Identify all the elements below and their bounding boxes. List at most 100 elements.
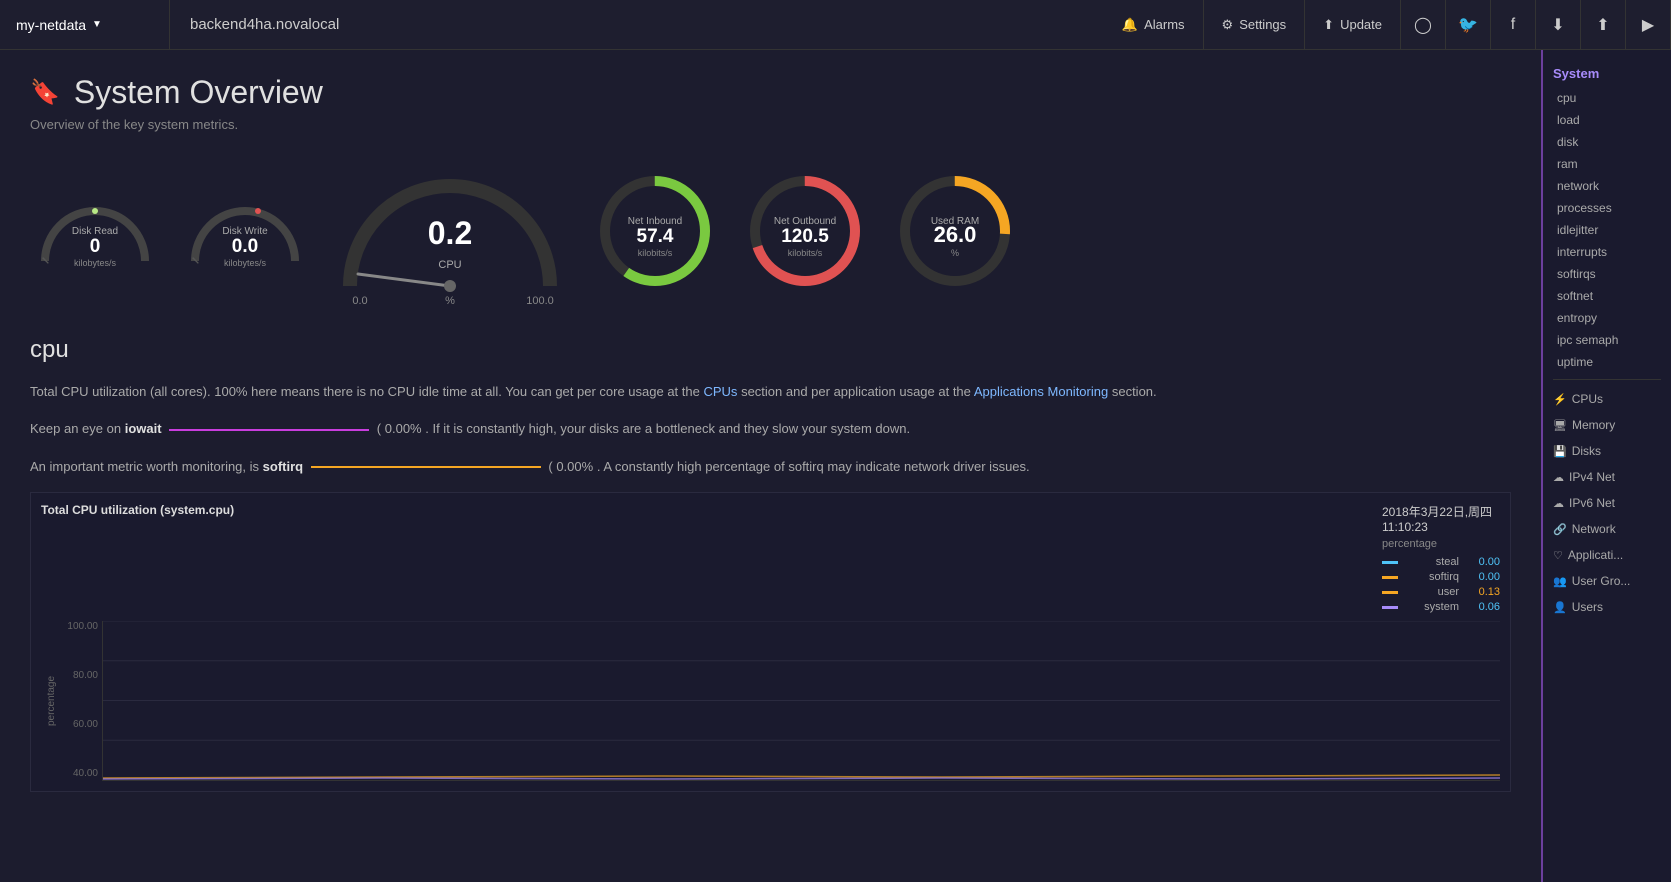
chart-svg-wrap: percentage 100.00 80.00 60.00 40.00 (41, 621, 1500, 781)
sidebar-group-cpus[interactable]: ⚡ CPUs (1543, 386, 1671, 412)
cpus-link[interactable]: CPUs (703, 384, 737, 399)
more-icon[interactable]: ▶ (1626, 0, 1671, 49)
sidebar-item-uptime[interactable]: uptime (1543, 351, 1671, 373)
cloud-icon-1: ☁ (1553, 471, 1564, 484)
chart-y-labels: 100.00 80.00 60.00 40.00 (57, 621, 102, 781)
sidebar-system-label[interactable]: System (1543, 60, 1671, 87)
softirq-desc: . A constantly high percentage of softir… (597, 459, 1030, 474)
legend-softirq-color (1382, 576, 1398, 579)
chart-data-svg (103, 621, 1500, 780)
cpu-gauge: 0.2 CPU 0.0 100.0 % (330, 156, 570, 306)
upload-icon[interactable]: ⬆ (1581, 0, 1626, 49)
sidebar-item-load[interactable]: load (1543, 109, 1671, 131)
sidebar-group-memory[interactable]: 🖥 Memory (1543, 412, 1671, 438)
sidebar-disks-label: Disks (1572, 444, 1601, 458)
sidebar-group-users[interactable]: 👤 Users (1543, 594, 1671, 620)
net-inbound-gauge: Net Inbound 57.4 kilobits/s (590, 166, 720, 296)
sidebar-cpus-label: CPUs (1572, 392, 1603, 406)
legend-steal-color (1382, 561, 1398, 564)
sidebar-usergroups-label: User Gro... (1572, 574, 1631, 588)
legend-steal-value: 0.00 (1465, 556, 1500, 568)
sidebar-group-ipv4[interactable]: ☁ IPv4 Net (1543, 464, 1671, 490)
download-icon[interactable]: ⬇ (1536, 0, 1581, 49)
iowait-text: Keep an eye on (30, 421, 121, 436)
svg-text:0.0: 0.0 (232, 236, 258, 257)
cpu-desc-2: section and per application usage at the (741, 384, 971, 399)
used-ram-gauge: Used RAM 26.0 % (890, 166, 1020, 296)
gauges-row: Disk Read 0 kilobytes/s Disk Write 0.0 k… (30, 156, 1511, 306)
sidebar-group-apps[interactable]: ♡ Applicati... (1543, 542, 1671, 568)
y-60: 60.00 (57, 719, 98, 730)
sidebar-item-softirqs[interactable]: softirqs (1543, 263, 1671, 285)
disk-read-gauge: Disk Read 0 kilobytes/s (30, 186, 160, 276)
sidebar-group-usergroups[interactable]: 👥 User Gro... (1543, 568, 1671, 594)
legend-user-color (1382, 591, 1398, 594)
legend-system-value: 0.06 (1465, 601, 1500, 613)
update-button[interactable]: ⬆ Update (1305, 0, 1401, 49)
twitter-icon[interactable]: 🐦 (1446, 0, 1491, 49)
sidebar-item-cpu[interactable]: cpu (1543, 87, 1671, 109)
sidebar-group-disks[interactable]: 💾 Disks (1543, 438, 1671, 464)
settings-button[interactable]: ⚙ Settings (1204, 0, 1306, 49)
softirq-line (311, 466, 541, 468)
chart-content (102, 621, 1500, 781)
sidebar-group-network[interactable]: 🔗 Network (1543, 516, 1671, 542)
facebook-icon[interactable]: f (1491, 0, 1536, 49)
update-label: Update (1340, 17, 1382, 32)
main-content: 🔖 System Overview Overview of the key sy… (0, 50, 1541, 882)
sidebar-users-label: Users (1572, 600, 1603, 614)
svg-text:CPU: CPU (438, 259, 461, 271)
iowait-desc: . If it is constantly high, your disks a… (425, 421, 910, 436)
chart-datetime-2: 11:10:23 (1382, 520, 1500, 534)
svg-text:26.0: 26.0 (934, 222, 977, 247)
page-header: 🔖 System Overview (30, 74, 1511, 111)
disk-write-gauge: Disk Write 0.0 kilobytes/s (180, 186, 310, 276)
gear-icon: ⚙ (1222, 17, 1234, 33)
legend-steal-name: steal (1404, 556, 1459, 568)
softirq-value: 0.00% (556, 459, 593, 474)
brand-menu[interactable]: my-netdata ▼ (0, 0, 170, 49)
topnav-actions: 🔔 Alarms ⚙ Settings ⬆ Update ◯ 🐦 f ⬇ ⬆ ▶ (1104, 0, 1671, 49)
github-icon[interactable]: ◯ (1401, 0, 1446, 49)
softirq-description: An important metric worth monitoring, is… (30, 455, 1230, 478)
disk-icon: 💾 (1553, 445, 1567, 458)
chart-legend: steal 0.00 softirq 0.00 user 0.13 (1382, 556, 1500, 613)
topnav: my-netdata ▼ backend4ha.novalocal 🔔 Alar… (0, 0, 1671, 50)
users-icon: 👥 (1553, 575, 1567, 588)
sidebar-item-idlejitter[interactable]: idlejitter (1543, 219, 1671, 241)
brand-caret: ▼ (92, 19, 102, 30)
settings-label: Settings (1239, 17, 1286, 32)
svg-text:100.0: 100.0 (526, 295, 554, 306)
alarms-button[interactable]: 🔔 Alarms (1104, 0, 1204, 49)
sidebar-item-ram[interactable]: ram (1543, 153, 1671, 175)
chart-right: 2018年3月22日,周四 11:10:23 percentage steal … (1382, 503, 1500, 613)
y-40: 40.00 (57, 768, 98, 779)
brand-label: my-netdata (16, 17, 86, 33)
sidebar-divider-1 (1553, 379, 1661, 380)
sidebar-item-disk[interactable]: disk (1543, 131, 1671, 153)
user-icon: 👤 (1553, 601, 1567, 614)
right-sidebar: System cpu load disk ram network process… (1541, 50, 1671, 882)
net-outbound-svg: Net Outbound 120.5 kilobits/s (740, 166, 870, 296)
sidebar-group-ipv6[interactable]: ☁ IPv6 Net (1543, 490, 1671, 516)
cpu-gauge-svg: 0.2 CPU 0.0 100.0 % (330, 156, 570, 306)
softirq-text: An important metric worth monitoring, is (30, 459, 259, 474)
y-80: 80.00 (57, 670, 98, 681)
svg-text:kilobytes/s: kilobytes/s (224, 258, 267, 268)
sidebar-apps-label: Applicati... (1568, 548, 1623, 562)
legend-softirq-value: 0.00 (1465, 571, 1500, 583)
sidebar-item-interrupts[interactable]: interrupts (1543, 241, 1671, 263)
layout: 🔖 System Overview Overview of the key sy… (0, 50, 1671, 882)
network-icon: 🔗 (1553, 523, 1567, 536)
cpu-description: Total CPU utilization (all cores). 100% … (30, 380, 1230, 403)
chart-percentage-label: percentage (1382, 538, 1500, 550)
page-header-icon: 🔖 (30, 78, 60, 107)
legend-user-name: user (1404, 586, 1459, 598)
sidebar-item-softnet[interactable]: softnet (1543, 285, 1671, 307)
sidebar-item-processes[interactable]: processes (1543, 197, 1671, 219)
sidebar-item-network[interactable]: network (1543, 175, 1671, 197)
apps-link[interactable]: Applications Monitoring (974, 384, 1108, 399)
page-subtitle: Overview of the key system metrics. (30, 117, 1511, 132)
sidebar-item-ipc[interactable]: ipc semaph (1543, 329, 1671, 351)
sidebar-item-entropy[interactable]: entropy (1543, 307, 1671, 329)
